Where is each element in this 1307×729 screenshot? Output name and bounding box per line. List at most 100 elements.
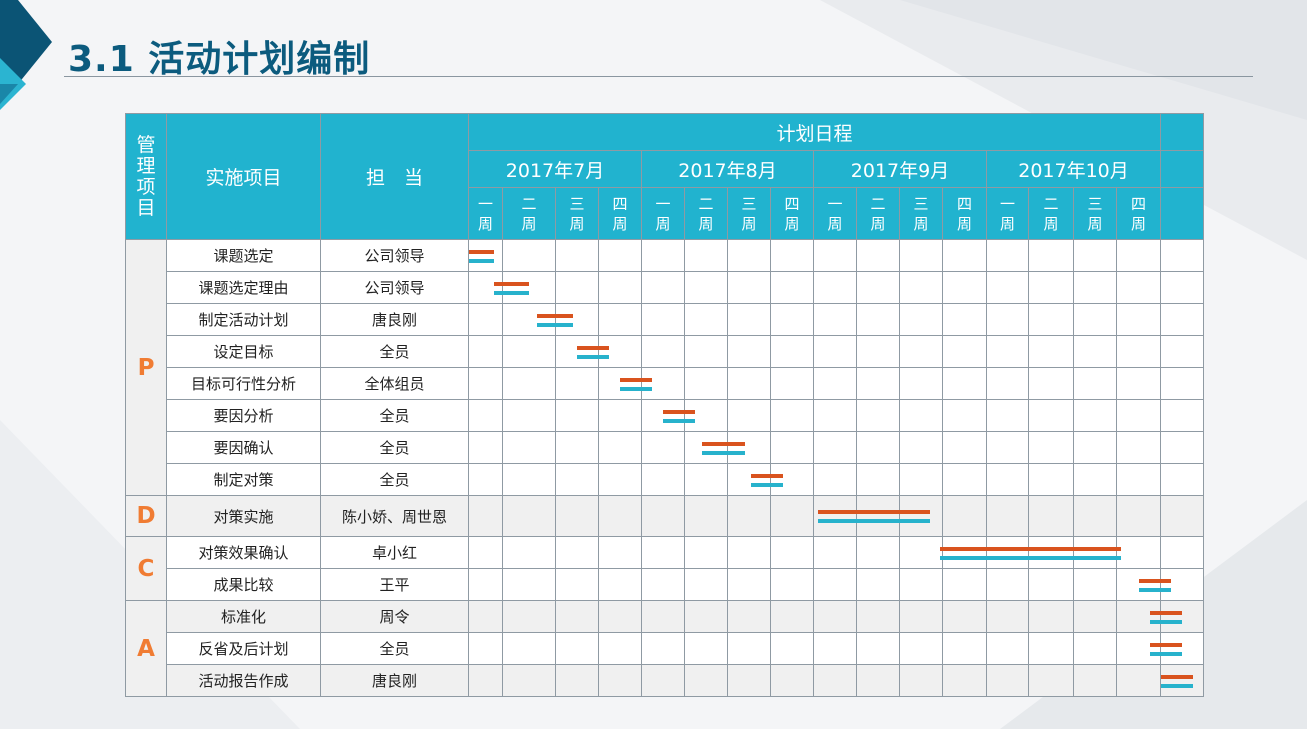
week-cell: [1160, 335, 1204, 368]
week-label: 周: [827, 214, 843, 233]
week-cell: [1073, 335, 1117, 368]
week-number: 三: [741, 194, 757, 213]
week-cell: [1116, 431, 1161, 464]
task-owner: 全员: [320, 463, 469, 496]
week-cell: [641, 568, 685, 601]
week-cell: [813, 367, 857, 400]
week-cell: [813, 632, 857, 665]
week-cell: [942, 664, 987, 697]
week-cell: [684, 600, 728, 633]
actual-bar: [701, 450, 745, 455]
week-cell: [856, 495, 900, 537]
week-cell: [555, 399, 599, 432]
week-cell: [684, 271, 728, 304]
week-cell: [641, 271, 685, 304]
week-number: 四: [1130, 194, 1146, 213]
week-cell: [813, 431, 857, 464]
task-row: D 对策实施 陈小娇、周世恩: [125, 495, 1204, 537]
schedule-header: 计划日程: [468, 113, 1161, 151]
week-number: 四: [784, 194, 800, 213]
plan-bar: [701, 441, 745, 446]
week-cell: [942, 335, 987, 368]
week-cell: [1073, 600, 1117, 633]
week-cell: [468, 664, 503, 697]
week-cell: [727, 335, 771, 368]
week-label: 周: [521, 214, 537, 233]
week-header: 一周: [813, 187, 857, 240]
week-cell: [468, 271, 503, 304]
plan-bar: [1138, 578, 1172, 583]
week-cell: [942, 632, 987, 665]
week-cell: [1160, 536, 1204, 569]
week-cell: [727, 600, 771, 633]
week-cell: [986, 600, 1029, 633]
week-header-extra: [1160, 187, 1204, 240]
week-cell: [1073, 664, 1117, 697]
week-cell: [598, 399, 642, 432]
week-cell: [942, 239, 987, 272]
week-header: 三周: [727, 187, 771, 240]
week-cell: [641, 632, 685, 665]
week-cell: [598, 632, 642, 665]
task-owner: 卓小红: [320, 536, 469, 569]
week-cell: [641, 239, 685, 272]
week-header: 三周: [1073, 187, 1117, 240]
plan-bar: [536, 313, 573, 318]
week-cell: [468, 431, 503, 464]
week-cell: [1160, 463, 1204, 496]
week-cell: [641, 664, 685, 697]
phase-label-c: C: [125, 536, 167, 601]
week-cell: [986, 495, 1029, 537]
week-cell: [899, 632, 943, 665]
item-column-header: 实施项目: [166, 113, 321, 240]
week-cell: [856, 239, 900, 272]
plan-bar: [577, 345, 610, 350]
week-cell: [598, 239, 642, 272]
week-cell: [899, 536, 943, 569]
week-cell: [1028, 664, 1074, 697]
task-item: 制定对策: [166, 463, 321, 496]
week-cell: [813, 495, 857, 537]
task-item: 对策实施: [166, 495, 321, 537]
week-cell: [1116, 335, 1161, 368]
task-owner: 陈小娇、周世恩: [320, 495, 469, 537]
week-number: 三: [913, 194, 929, 213]
week-cell: [942, 271, 987, 304]
week-cell: [598, 536, 642, 569]
week-cell: [555, 664, 599, 697]
actual-bar: [1149, 651, 1182, 656]
week-cell: [986, 335, 1029, 368]
week-cell: [555, 463, 599, 496]
phase-label-a: A: [125, 600, 167, 697]
week-cell: [555, 568, 599, 601]
week-cell: [502, 335, 556, 368]
week-cell: [641, 399, 685, 432]
actual-bar: [663, 418, 696, 423]
task-owner: 唐良刚: [320, 303, 469, 336]
week-cell: [856, 271, 900, 304]
week-cell: [1028, 335, 1074, 368]
week-cell: [684, 664, 728, 697]
week-cell: [813, 600, 857, 633]
week-cell: [856, 335, 900, 368]
week-label: 周: [612, 214, 628, 233]
week-cell: [1073, 367, 1117, 400]
week-cell: [856, 367, 900, 400]
week-number: 二: [521, 194, 537, 213]
week-header: 四周: [598, 187, 642, 240]
week-cell: [942, 536, 987, 569]
week-cell: [986, 399, 1029, 432]
week-cell: [598, 271, 642, 304]
week-label: 周: [698, 214, 714, 233]
week-cell: [770, 239, 814, 272]
week-cell: [1073, 632, 1117, 665]
week-cell: [1116, 399, 1161, 432]
task-owner: 全员: [320, 632, 469, 665]
week-cell: [856, 568, 900, 601]
week-cell: [555, 367, 599, 400]
actual-bar: [1149, 619, 1182, 624]
week-cell: [727, 239, 771, 272]
week-cell: [684, 303, 728, 336]
week-cell: [1160, 431, 1204, 464]
title-divider: [64, 76, 1253, 77]
